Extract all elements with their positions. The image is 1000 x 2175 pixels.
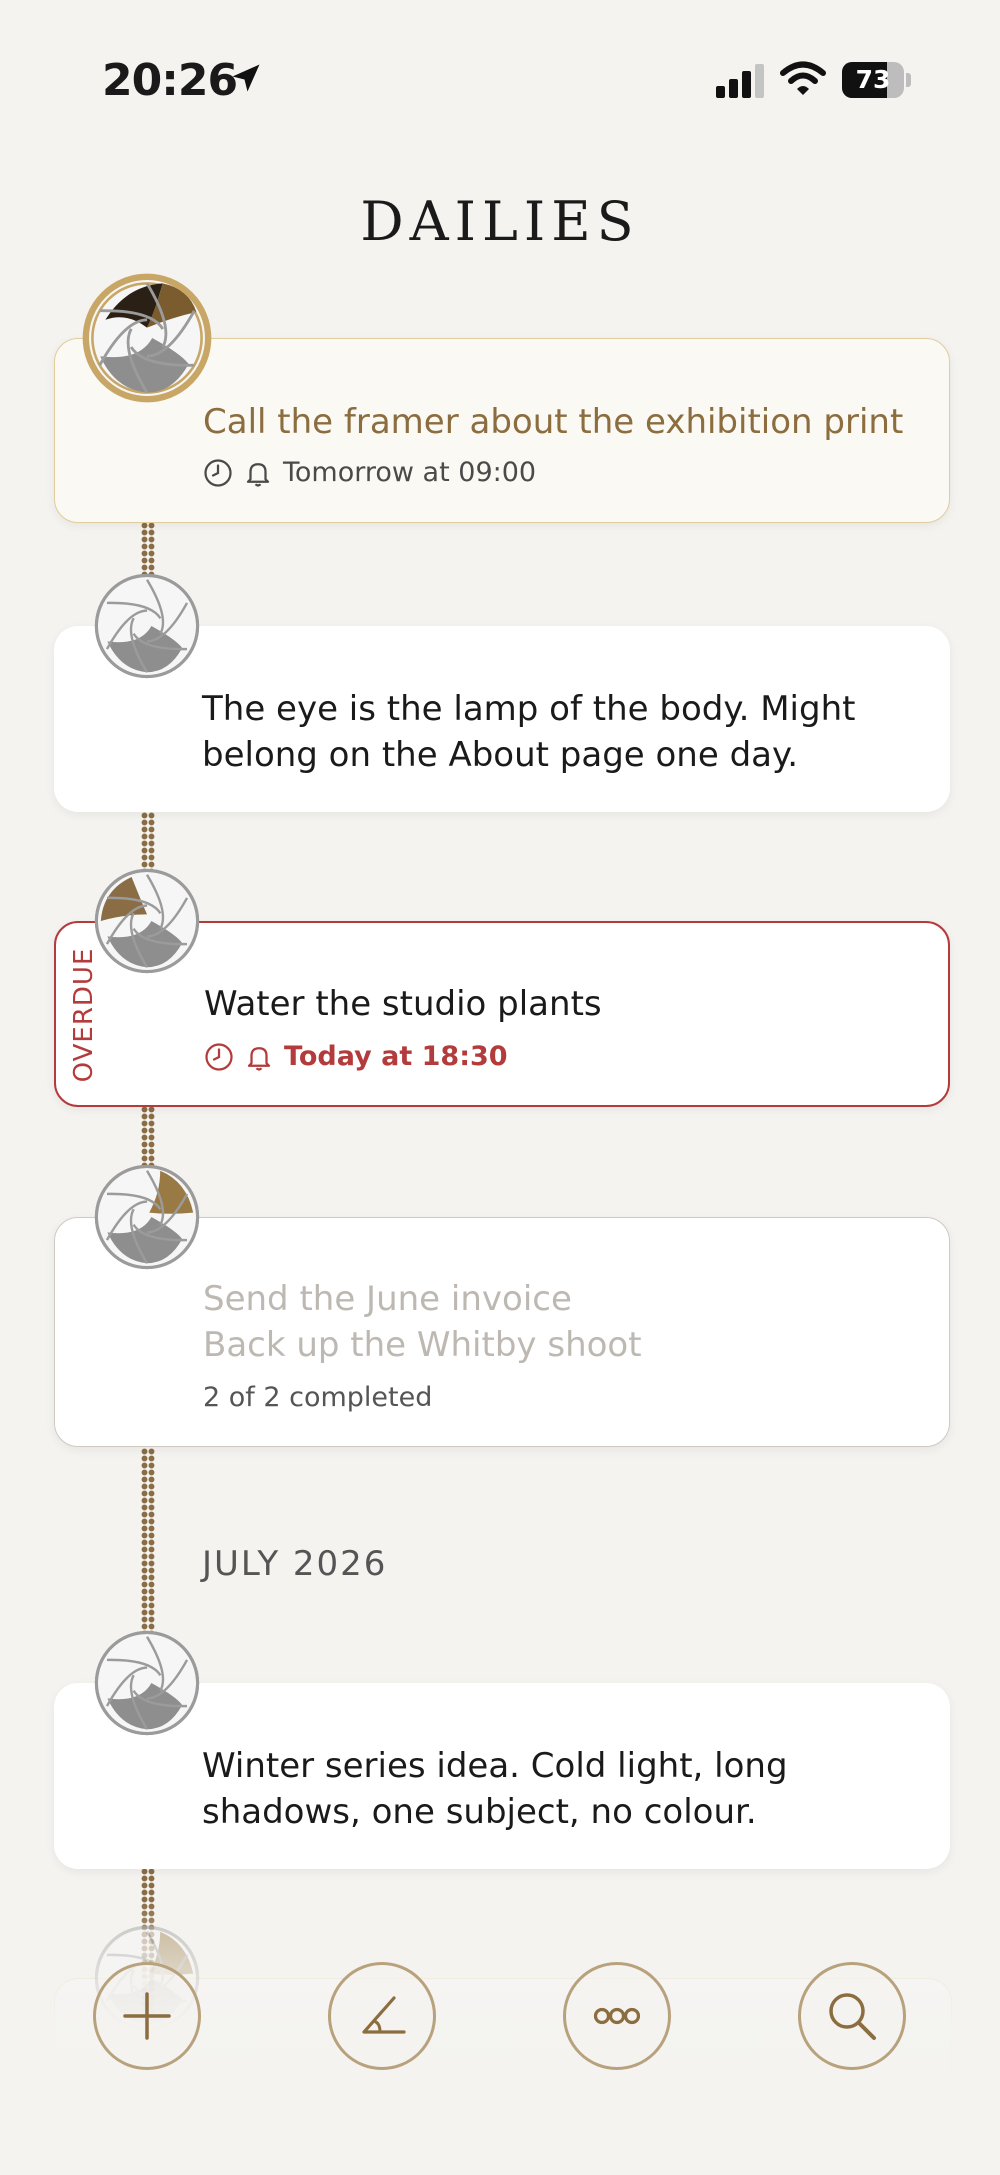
cellular-signal-icon <box>716 64 764 98</box>
entry-text: Call the framer about the exhibition pri… <box>203 402 904 442</box>
status-time: 20:26 <box>102 55 238 106</box>
clock-icon <box>205 1042 233 1071</box>
more-dots-icon <box>593 2007 641 2025</box>
search-button[interactable] <box>798 1962 906 2070</box>
battery-percentage: 73 <box>855 65 891 94</box>
aperture-icon <box>92 571 202 681</box>
reminder-time: Tomorrow at 09:00 <box>283 457 537 488</box>
plus-icon <box>123 1992 171 2040</box>
search-icon <box>829 1993 876 2040</box>
bell-icon <box>246 462 270 487</box>
angle-button[interactable] <box>328 1962 436 2070</box>
entry-text: Winter series idea. Cold light, long sha… <box>202 1746 788 1832</box>
completed-item: Back up the Whitby shoot <box>203 1325 642 1365</box>
aperture-icon <box>92 1628 202 1738</box>
page-title: DAILIES <box>360 190 640 253</box>
completed-item: Send the June invoice <box>203 1279 572 1319</box>
entry-text: Water the studio plants <box>204 984 602 1024</box>
reminder-time: Today at 18:30 <box>284 1041 508 1072</box>
status-bar: 20:26 73 <box>0 0 1000 160</box>
clock-icon <box>204 458 232 487</box>
battery-icon: 73 <box>842 62 912 100</box>
angle-icon <box>362 1996 406 2034</box>
location-arrow-icon <box>232 64 260 92</box>
reminder-meta: Today at 18:30 <box>204 1041 508 1072</box>
aperture-icon <box>82 273 212 403</box>
aperture-icon <box>92 866 202 976</box>
section-header: JULY 2026 <box>202 1544 388 1584</box>
completion-count: 2 of 2 completed <box>203 1382 433 1413</box>
bell-icon <box>247 1046 271 1071</box>
aperture-icon <box>92 1162 202 1272</box>
add-button[interactable] <box>93 1962 201 2070</box>
reminder-meta: Tomorrow at 09:00 <box>203 457 536 488</box>
wifi-icon <box>780 61 826 95</box>
more-button[interactable] <box>563 1962 671 2070</box>
entry-text: The eye is the lamp of the body. Might b… <box>202 689 856 775</box>
